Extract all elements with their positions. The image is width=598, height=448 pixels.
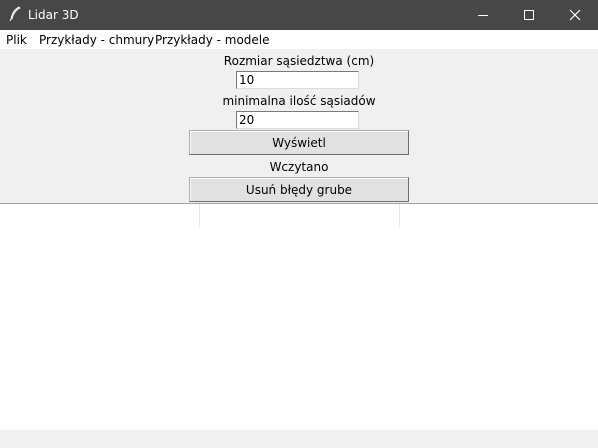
status-label: Wczytano (269, 160, 329, 174)
maximize-icon (524, 10, 534, 20)
menu-bar: Plik Przykłady - chmury Przykłady - mode… (0, 30, 598, 49)
plot-toolbar-frame (199, 204, 400, 227)
neighborhood-size-label: Rozmiar sąsiedztwa (cm) (223, 54, 375, 68)
close-icon (569, 9, 581, 21)
bottom-strip (0, 430, 598, 448)
title-bar[interactable]: Lidar 3D (0, 0, 598, 30)
feather-icon (8, 6, 22, 22)
min-neighbors-input[interactable] (236, 111, 359, 129)
menu-item-examples-models[interactable]: Przykłady - modele (155, 32, 270, 48)
min-neighbors-label: minimalna ilość sąsiadów (222, 94, 376, 108)
remove-gross-errors-button[interactable]: Usuń błędy grube (189, 177, 409, 202)
menu-item-file[interactable]: Plik (6, 32, 27, 48)
minimize-icon (478, 15, 488, 16)
plot-canvas[interactable] (0, 203, 598, 431)
minimize-button[interactable] (460, 0, 506, 30)
menu-item-examples-clouds[interactable]: Przykłady - chmury (39, 32, 154, 48)
close-button[interactable] (552, 0, 598, 30)
app-window: Lidar 3D Plik Przykłady - chmury Przykła… (0, 0, 598, 448)
window-title: Lidar 3D (28, 8, 79, 22)
show-button[interactable]: Wyświetl (189, 130, 409, 155)
maximize-button[interactable] (506, 0, 552, 30)
neighborhood-size-input[interactable] (236, 71, 359, 89)
